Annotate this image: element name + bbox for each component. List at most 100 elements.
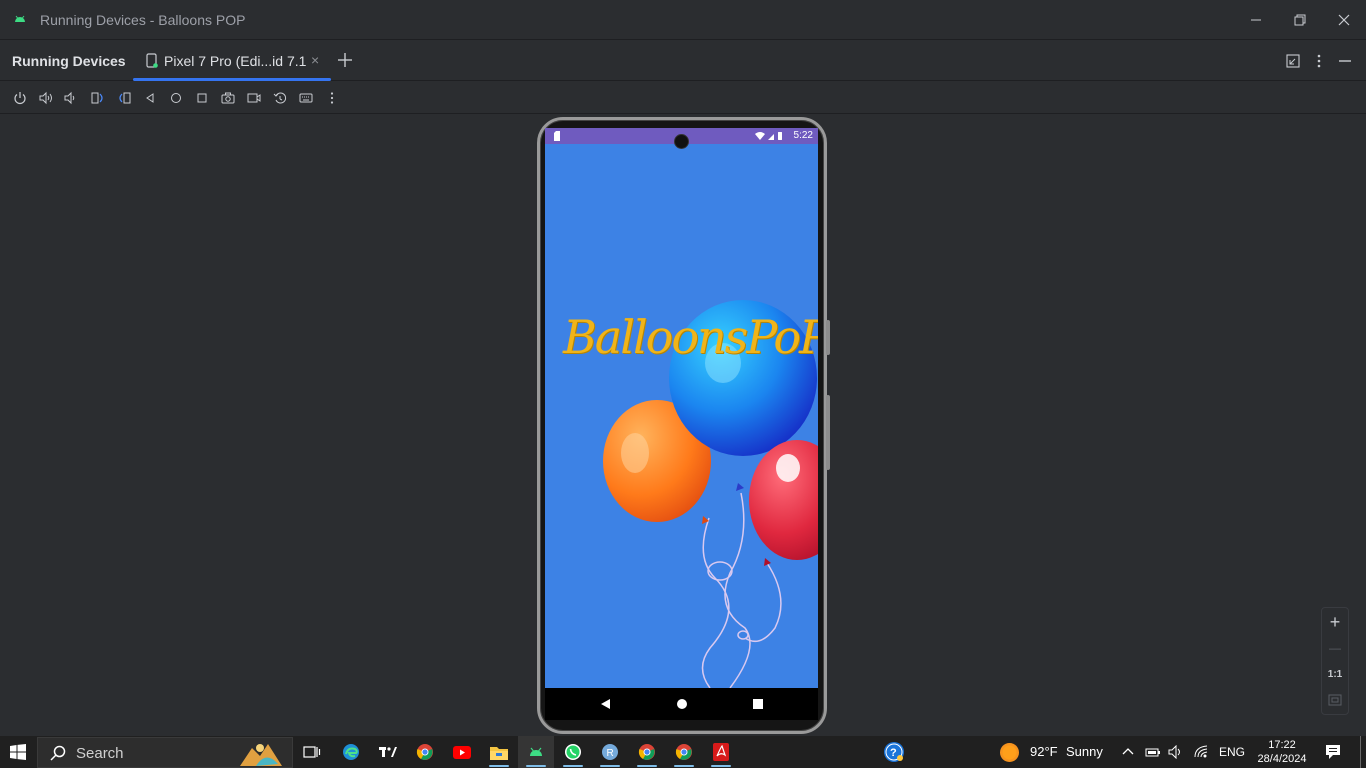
svg-text:?: ? xyxy=(890,747,897,759)
actual-size-button[interactable]: 1:1 xyxy=(1322,661,1348,687)
reset-button[interactable] xyxy=(271,89,289,107)
whatsapp-icon xyxy=(565,744,581,760)
rstudio-icon: R xyxy=(602,744,618,760)
start-button[interactable] xyxy=(0,736,36,768)
running-indicator xyxy=(563,765,583,767)
device-screen[interactable]: 5:22 BalloonsPoP xyxy=(545,128,818,718)
notification-icon[interactable] xyxy=(1325,744,1341,760)
taskbar-rstudio[interactable]: R xyxy=(592,736,628,768)
overview-icon xyxy=(197,93,207,103)
volume-up-icon xyxy=(39,91,52,105)
running-devices-tabbar: Running Devices Pixel 7 Pro (Edi...id 7.… xyxy=(0,41,1366,81)
tab-pixel-7-pro[interactable]: Pixel 7 Pro (Edi...id 7.1 × xyxy=(133,41,331,81)
task-view-button[interactable] xyxy=(294,736,330,768)
input-language[interactable]: ENG xyxy=(1219,745,1245,759)
clock-time: 17:22 xyxy=(1268,739,1296,751)
running-indicator xyxy=(600,765,620,767)
clock-date: 28/4/2024 xyxy=(1257,753,1307,765)
rotate-right-button[interactable] xyxy=(115,89,133,107)
taskbar-acrobat[interactable] xyxy=(703,736,739,768)
tab-close-button[interactable]: × xyxy=(311,52,319,68)
rotate-left-button[interactable] xyxy=(89,89,107,107)
search-icon xyxy=(50,745,66,761)
taskbar-youtube[interactable] xyxy=(444,736,480,768)
tool-window-title: Running Devices xyxy=(12,53,126,69)
minimize-button[interactable] xyxy=(1244,8,1268,32)
taskbar-edge[interactable] xyxy=(333,736,369,768)
phone-power-button xyxy=(826,320,830,355)
rotate-left-icon xyxy=(91,92,103,104)
more-options-icon[interactable] xyxy=(1311,53,1327,69)
restore-button[interactable] xyxy=(1288,8,1312,32)
weather-description[interactable]: Sunny xyxy=(1066,744,1103,759)
taskbar-chrome-3[interactable] xyxy=(666,736,702,768)
help-icon: ? xyxy=(884,742,904,762)
volume-icon[interactable] xyxy=(1168,745,1184,759)
rotate-right-icon xyxy=(119,92,131,104)
volume-up-button[interactable] xyxy=(37,89,55,107)
zoom-controls: + — 1:1 xyxy=(1321,607,1349,715)
fit-screen-icon xyxy=(1328,694,1342,706)
overview-button[interactable] xyxy=(193,89,211,107)
device-icon xyxy=(146,53,158,68)
recents-square-icon[interactable] xyxy=(753,699,763,709)
back-triangle-icon[interactable] xyxy=(599,698,611,710)
show-desktop-divider[interactable] xyxy=(1360,736,1361,768)
keyboard-icon xyxy=(299,93,313,103)
windows-taskbar: Search R ? 92°F Sunny ENG 17:22 28/4/202… xyxy=(0,736,1366,768)
keyboard-button[interactable] xyxy=(297,89,315,107)
android-studio-icon xyxy=(15,15,25,22)
power-icon xyxy=(14,92,26,105)
weather-temperature[interactable]: 92°F xyxy=(1030,744,1058,759)
taskbar-file-explorer[interactable] xyxy=(481,736,517,768)
taskbar-chrome-2[interactable] xyxy=(629,736,665,768)
app-title-logo: BalloonsPoP xyxy=(563,310,818,364)
back-button[interactable] xyxy=(141,89,159,107)
fit-screen-button[interactable] xyxy=(1322,687,1348,713)
close-button[interactable] xyxy=(1332,8,1356,32)
clock[interactable]: 17:22 28/4/2024 xyxy=(1252,736,1312,768)
detach-icon[interactable] xyxy=(1285,53,1301,69)
restore-icon xyxy=(1294,14,1306,26)
front-camera xyxy=(674,134,689,149)
back-icon xyxy=(146,93,154,103)
volume-down-button[interactable] xyxy=(61,89,79,107)
android-navigation-bar xyxy=(545,688,818,720)
minimize-icon xyxy=(1251,19,1261,21)
running-indicator xyxy=(637,765,657,767)
help-tips-button[interactable]: ? xyxy=(876,736,912,768)
chrome-icon xyxy=(675,744,692,760)
close-icon xyxy=(1338,14,1350,26)
folder-icon xyxy=(490,746,508,760)
chevron-up-icon[interactable] xyxy=(1122,746,1134,756)
zoom-in-button[interactable]: + xyxy=(1322,609,1348,635)
home-circle-icon[interactable] xyxy=(676,698,688,710)
android-studio-icon xyxy=(530,747,542,756)
hide-icon[interactable] xyxy=(1337,53,1353,69)
power-button[interactable] xyxy=(11,89,29,107)
home-button[interactable] xyxy=(167,89,185,107)
youtube-icon xyxy=(453,745,471,759)
taskbar-whatsapp[interactable] xyxy=(555,736,591,768)
taskbar-tradingview[interactable] xyxy=(370,736,406,768)
weather-sun-icon[interactable] xyxy=(999,742,1020,763)
window-title: Running Devices - Balloons POP xyxy=(40,12,246,28)
taskbar-android-studio[interactable] xyxy=(518,736,554,768)
screen-record-button[interactable] xyxy=(245,89,263,107)
task-view-icon xyxy=(303,746,321,758)
active-tab-indicator xyxy=(133,78,331,81)
zoom-out-button[interactable]: — xyxy=(1322,635,1348,661)
search-highlight-art-icon xyxy=(240,744,282,766)
screen-record-icon xyxy=(247,93,261,103)
more-icon xyxy=(330,92,334,104)
more-button[interactable] xyxy=(323,89,341,107)
screenshot-button[interactable] xyxy=(219,89,237,107)
wifi-icon[interactable] xyxy=(1194,744,1210,760)
taskbar-chrome[interactable] xyxy=(407,736,443,768)
tab-label: Pixel 7 Pro (Edi...id 7.1 xyxy=(164,53,307,69)
plus-icon[interactable] xyxy=(336,51,354,69)
battery-icon[interactable] xyxy=(1145,745,1161,759)
balloons-illustration xyxy=(603,300,818,688)
tradingview-icon xyxy=(379,747,397,757)
taskbar-search[interactable]: Search xyxy=(37,737,293,768)
